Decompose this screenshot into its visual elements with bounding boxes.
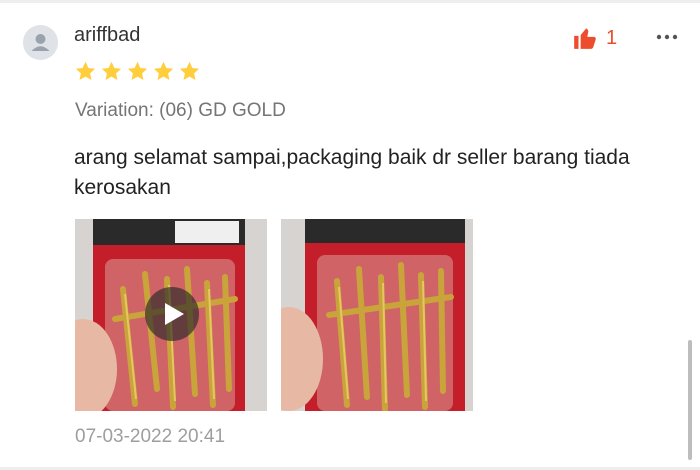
- play-button[interactable]: [145, 287, 199, 341]
- star-icon: [153, 61, 174, 81]
- user-avatar-icon: [23, 25, 58, 60]
- star-rating: [74, 60, 201, 83]
- review-video-thumbnail[interactable]: [75, 219, 267, 411]
- product-photo-bolts: [281, 219, 473, 411]
- variation-label: Variation: (06) GD GOLD: [75, 100, 286, 121]
- like-button[interactable]: 1: [572, 24, 617, 52]
- scrollbar[interactable]: [688, 340, 692, 460]
- star-icon: [75, 61, 96, 81]
- review-timestamp: 07-03-2022 20:41: [75, 426, 226, 447]
- thumbs-up-icon: [574, 28, 596, 49]
- username[interactable]: ariffbad: [74, 24, 140, 47]
- star-icon: [101, 61, 122, 81]
- star-icon: [127, 61, 148, 81]
- star-icon: [179, 61, 200, 81]
- more-options-button[interactable]: [654, 24, 680, 50]
- top-divider: [0, 0, 700, 3]
- user-avatar[interactable]: [23, 25, 58, 60]
- review-text: arang selamat sampai,packaging baik dr s…: [74, 146, 630, 199]
- review-image-thumbnail[interactable]: [281, 219, 473, 411]
- more-options-icon: [656, 34, 678, 40]
- like-count: 1: [606, 26, 618, 49]
- play-icon: [165, 303, 184, 325]
